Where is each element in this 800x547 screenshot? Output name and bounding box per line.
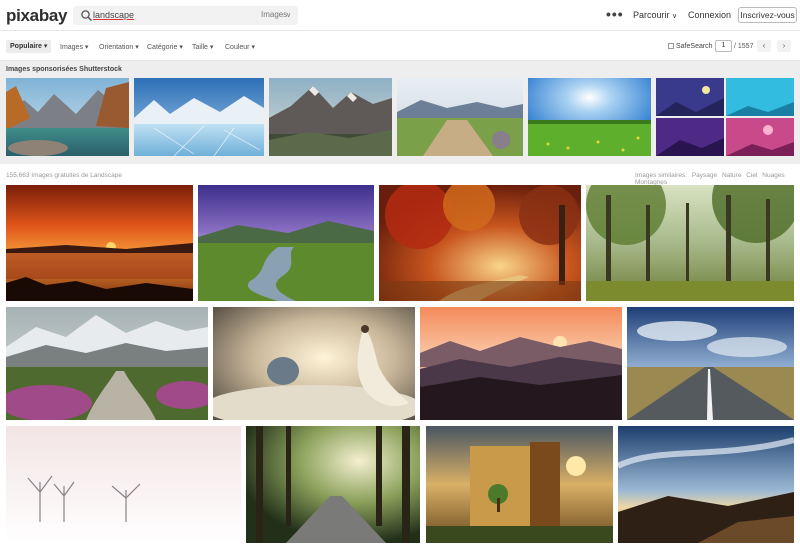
login-link[interactable]: Connexion — [688, 10, 731, 20]
related-tag[interactable]: Nature — [722, 172, 742, 179]
result-image-open-road[interactable] — [627, 307, 794, 420]
result-image-forest-road[interactable] — [246, 426, 420, 543]
result-image-winter-trees[interactable] — [6, 426, 241, 543]
filter-label: Catégorie — [147, 44, 178, 51]
safesearch-toggle[interactable]: SafeSearch — [668, 43, 713, 50]
result-image-stream-meadow[interactable] — [198, 185, 374, 301]
filter-label: Couleur — [225, 44, 250, 51]
result-image-mountain-path[interactable] — [6, 307, 208, 420]
safesearch-label: SafeSearch — [676, 43, 713, 50]
filter-color[interactable]: Couleur ▾ — [225, 43, 255, 51]
related-tags: Images similaires: Paysage Nature Ciel N… — [632, 172, 800, 186]
chevron-down-icon: ∨ — [672, 13, 678, 20]
sponsored-image-country-road[interactable] — [397, 78, 523, 156]
caret-down-icon: ▾ — [135, 44, 139, 51]
sponsored-image-rocky-mountains[interactable] — [269, 78, 392, 156]
filter-label: Orientation — [99, 44, 134, 51]
browse-menu[interactable]: Parcourir ∨ — [633, 10, 677, 20]
caret-down-icon: ▾ — [209, 44, 214, 51]
chevron-down-icon[interactable]: ∨ — [286, 11, 291, 19]
search-type-select[interactable]: Images — [261, 10, 287, 19]
browse-label: Parcourir — [633, 10, 670, 20]
filter-orientation[interactable]: Orientation ▾ — [99, 43, 139, 51]
sort-label: Populaire — [10, 43, 42, 50]
search-box[interactable]: landscape Images ∨ — [73, 6, 298, 25]
search-input[interactable]: landscape — [93, 10, 134, 20]
result-image-sunlit-woods[interactable] — [586, 185, 794, 301]
result-image-sky-vista[interactable] — [618, 426, 794, 543]
chevron-right-icon[interactable]: › — [777, 40, 791, 52]
filter-label: Images — [60, 44, 83, 51]
sponsored-image-green-meadow[interactable] — [528, 78, 651, 156]
related-label: Images similaires: — [635, 172, 688, 179]
result-image-storybook[interactable] — [426, 426, 613, 543]
sponsored-title: Images sponsorisées Shutterstock — [6, 66, 122, 73]
top-bar: pixabay landscape Images ∨ ••• Parcourir… — [0, 0, 800, 31]
caret-down-icon: ▾ — [43, 43, 48, 50]
filter-bar: Populaire ▾ Images ▾ Orientation ▾ Catég… — [0, 31, 800, 61]
caret-down-icon: ▾ — [84, 44, 89, 51]
result-image-misty-hills[interactable] — [420, 307, 622, 420]
sponsored-image-lake-mountains[interactable] — [6, 78, 129, 156]
sort-dropdown[interactable]: Populaire ▾ — [6, 40, 52, 53]
filter-images[interactable]: Images ▾ — [60, 43, 88, 51]
signup-button[interactable]: Inscrivez-vous — [738, 7, 797, 23]
result-image-sunset-lake[interactable] — [6, 185, 193, 301]
page-total: / 1557 — [734, 43, 754, 50]
sponsored-image-frozen-lake[interactable] — [134, 78, 264, 156]
sponsored-image-illustration-set[interactable] — [656, 78, 794, 156]
caret-down-icon: ▾ — [179, 44, 183, 51]
results-count: 155,663 Images gratuites de Landscape — [6, 172, 123, 179]
safesearch-checkbox[interactable] — [668, 43, 674, 49]
filter-size[interactable]: Taille ▾ — [192, 43, 213, 51]
pixabay-logo[interactable]: pixabay — [6, 6, 68, 26]
caret-down-icon: ▾ — [251, 44, 255, 51]
filter-label: Taille — [192, 44, 208, 51]
filter-category[interactable]: Catégorie ▾ — [147, 43, 183, 51]
search-icon[interactable] — [80, 9, 93, 22]
related-tag[interactable]: Nuages — [762, 172, 784, 179]
page-number-input[interactable]: 1 — [715, 40, 732, 52]
related-tag[interactable]: Ciel — [746, 172, 757, 179]
chevron-left-icon[interactable]: ‹ — [757, 40, 771, 52]
result-image-fantasy-woman[interactable] — [213, 307, 415, 420]
more-menu-button[interactable]: ••• — [606, 6, 624, 22]
related-tag[interactable]: Paysage — [692, 172, 717, 179]
result-image-autumn-forest[interactable] — [379, 185, 581, 301]
